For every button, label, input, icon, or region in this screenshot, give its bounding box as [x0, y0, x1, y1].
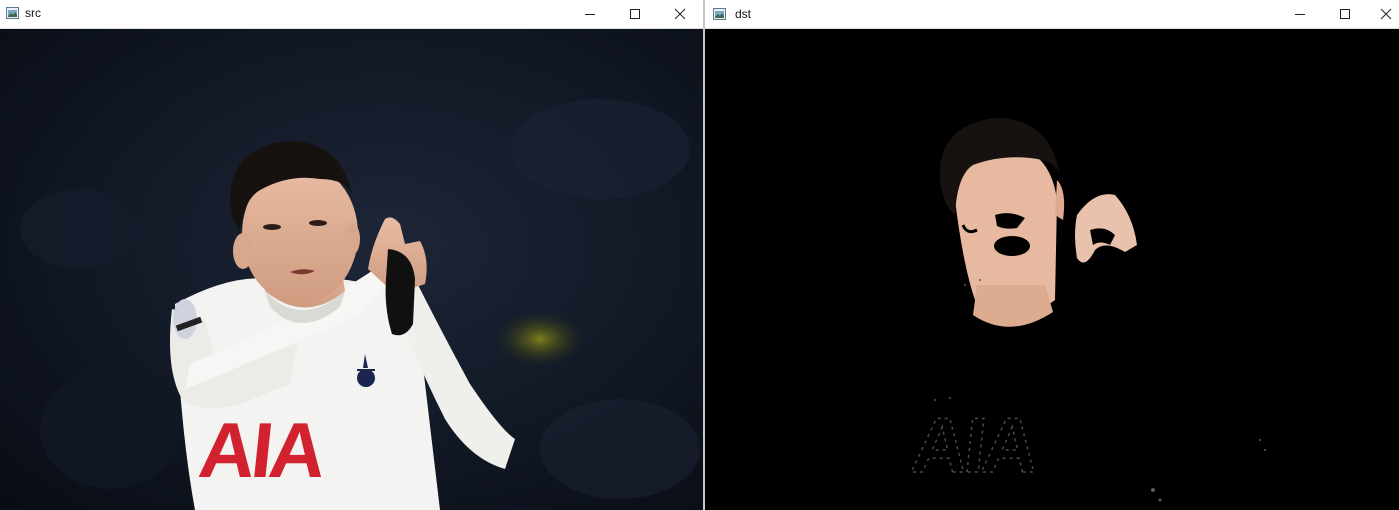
dst-sponsor-text: AIA: [908, 401, 1042, 489]
src-window: src AIA: [0, 0, 703, 510]
minimize-icon: [1295, 14, 1305, 15]
dst-maximize-button[interactable]: [1322, 0, 1368, 28]
src-maximize-button[interactable]: [612, 0, 658, 28]
src-close-button[interactable]: [657, 0, 703, 28]
maximize-icon: [630, 9, 640, 19]
dst-titlebar[interactable]: dst: [705, 0, 1399, 29]
src-window-title: src: [25, 6, 41, 20]
src-titlebar[interactable]: src: [0, 0, 703, 29]
dst-window: dst AIA: [705, 0, 1399, 510]
src-image: AIA: [0, 29, 703, 510]
window-app-icon: [713, 8, 726, 20]
minimize-icon: [585, 14, 595, 15]
dst-minimize-button[interactable]: [1277, 0, 1323, 28]
dst-image: AIA: [705, 30, 1399, 510]
close-icon: [1380, 8, 1392, 20]
maximize-icon: [1340, 9, 1350, 19]
src-minimize-button[interactable]: [567, 0, 613, 28]
close-icon: [674, 8, 686, 20]
dst-close-button[interactable]: [1363, 0, 1399, 28]
dst-window-title: dst: [735, 7, 752, 21]
window-app-icon: [6, 7, 19, 19]
jersey-sponsor-text: AIA: [195, 406, 329, 494]
